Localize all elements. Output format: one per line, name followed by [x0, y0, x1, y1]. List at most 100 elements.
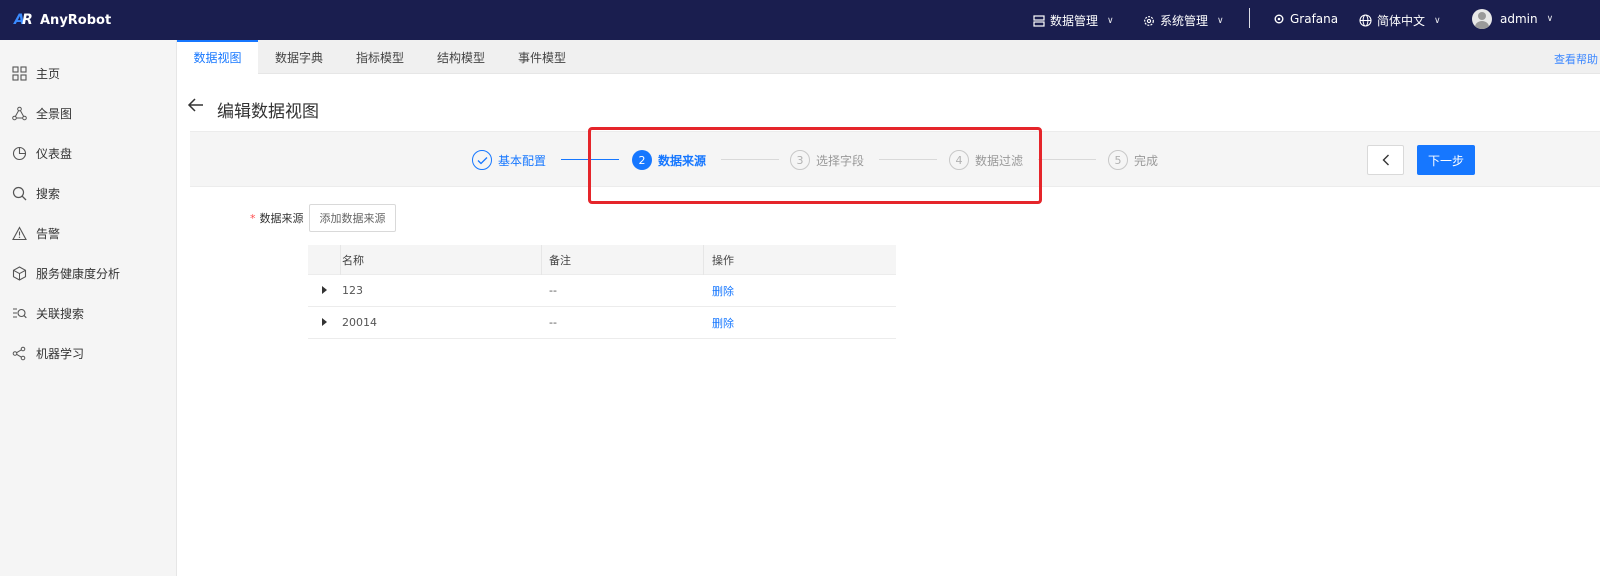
sidebar-item-label: 仪表盘 [36, 146, 73, 161]
sidebar-item-label: 告警 [36, 226, 61, 241]
step-number: 4 [949, 150, 969, 170]
sidebar-item-label: 全景图 [36, 106, 73, 121]
add-data-source-button[interactable]: 添加数据来源 [309, 204, 396, 232]
tab-data-view[interactable]: 数据视图 [177, 40, 258, 74]
list-search-icon [11, 305, 28, 322]
nodes-icon [11, 345, 28, 362]
tab-metric-model[interactable]: 指标模型 [356, 40, 404, 74]
database-icon [1033, 14, 1045, 27]
data-source-label-text: 数据来源 [259, 212, 304, 225]
sidebar-item-search[interactable]: 搜索 [0, 173, 177, 213]
chevron-left-icon [1382, 154, 1389, 166]
data-management-label: 数据管理 [1050, 14, 1099, 28]
column-separator [703, 245, 704, 275]
step-connector [879, 159, 937, 160]
row-note: -- [549, 316, 557, 329]
chevron-down-icon: ∨ [1217, 15, 1224, 26]
required-mark: * [250, 212, 256, 225]
column-header-note: 备注 [549, 254, 571, 267]
avatar [1472, 9, 1492, 29]
chevron-down-icon: ∨ [1546, 14, 1554, 24]
data-management-menu[interactable]: 数据管理 ∨ [1033, 12, 1123, 29]
column-header-action: 操作 [712, 254, 734, 267]
sidebar-item-label: 关联搜索 [36, 306, 85, 321]
next-step-button[interactable]: 下一步 [1417, 145, 1475, 175]
column-separator [340, 245, 341, 275]
column-header-name: 名称 [342, 254, 364, 267]
cube-icon [11, 265, 28, 282]
sidebar-item-dashboard[interactable]: 仪表盘 [0, 133, 177, 173]
search-icon [11, 185, 28, 202]
step-data-source[interactable]: 2 数据来源 [632, 132, 706, 188]
system-management-label: 系统管理 [1160, 14, 1209, 28]
app-logo[interactable]: AR AnyRobot [14, 13, 111, 28]
topbar-divider [1249, 8, 1250, 28]
sidebar-item-label: 主页 [36, 66, 61, 81]
expand-caret-icon[interactable] [322, 318, 327, 326]
check-icon [472, 150, 492, 170]
pie-chart-icon [11, 145, 28, 162]
step-label: 选择字段 [816, 153, 865, 168]
step-connector [561, 159, 619, 160]
topology-icon [11, 105, 28, 122]
sidebar-item-label: 服务健康度分析 [36, 266, 121, 281]
column-separator [541, 245, 542, 275]
module-tabs: 数据视图 数据字典 指标模型 结构模型 事件模型 查看帮助 [177, 40, 1600, 74]
sidebar-item-machine-learning[interactable]: 机器学习 [0, 333, 177, 373]
sidebar-item-correlation-search[interactable]: 关联搜索 [0, 293, 177, 333]
step-data-filter[interactable]: 4 数据过滤 [949, 132, 1023, 188]
user-menu[interactable]: admin ∨ [1472, 9, 1562, 29]
delete-link[interactable]: 删除 [712, 275, 734, 306]
sidebar-item-panorama[interactable]: 全景图 [0, 93, 177, 133]
sidebar-item-home[interactable]: 主页 [0, 53, 177, 93]
user-name: admin [1500, 12, 1538, 26]
step-label: 基本配置 [498, 153, 547, 168]
grid-icon [11, 65, 28, 82]
row-note: -- [549, 284, 557, 297]
grafana-label: Grafana [1290, 12, 1339, 26]
logo-mark: AR [14, 12, 33, 28]
row-name: 20014 [342, 316, 377, 329]
table-header: 名称 备注 操作 [308, 245, 896, 275]
step-connector [721, 159, 779, 160]
top-navbar: AR AnyRobot 数据管理 ∨ 系统管理 ∨ Grafana 简体中文 ∨… [0, 0, 1600, 40]
language-label: 简体中文 [1377, 14, 1426, 28]
sidebar-item-service-health[interactable]: 服务健康度分析 [0, 253, 177, 293]
step-basic-config[interactable]: 基本配置 [472, 132, 546, 188]
gear-icon [1144, 15, 1154, 26]
warning-icon [11, 225, 28, 242]
table-row: 123 -- 删除 [308, 275, 896, 307]
globe-icon [1359, 14, 1372, 27]
sidebar: 主页 全景图 仪表盘 搜索 告警 服务健康度分析 关联搜索 机器学习 [0, 40, 177, 576]
system-management-menu[interactable]: 系统管理 ∨ [1143, 12, 1233, 29]
delete-link[interactable]: 删除 [712, 307, 734, 338]
step-label: 数据过滤 [975, 153, 1024, 168]
step-number: 3 [790, 150, 810, 170]
step-number: 5 [1108, 150, 1128, 170]
page-title: 编辑数据视图 [217, 102, 319, 122]
tab-event-model[interactable]: 事件模型 [518, 40, 566, 74]
step-number: 2 [632, 150, 652, 170]
sidebar-item-label: 搜索 [36, 186, 61, 201]
step-connector [1038, 159, 1096, 160]
expand-caret-icon[interactable] [322, 286, 327, 294]
previous-step-button[interactable] [1367, 145, 1404, 175]
sidebar-item-alert[interactable]: 告警 [0, 213, 177, 253]
tab-structure-model[interactable]: 结构模型 [437, 40, 485, 74]
back-arrow-icon[interactable] [187, 97, 205, 113]
step-select-fields[interactable]: 3 选择字段 [790, 132, 864, 188]
step-label: 数据来源 [658, 153, 707, 168]
chevron-down-icon: ∨ [1107, 15, 1114, 26]
help-link[interactable]: 查看帮助 [1554, 51, 1598, 67]
app-name: AnyRobot [40, 12, 112, 28]
tab-data-dictionary[interactable]: 数据字典 [275, 40, 323, 74]
sidebar-item-label: 机器学习 [36, 346, 85, 361]
step-finish[interactable]: 5 完成 [1108, 132, 1158, 188]
step-wizard: 基本配置 2 数据来源 3 选择字段 4 数据过滤 5 完成 下一步 [190, 131, 1600, 187]
grafana-link[interactable]: Grafana [1273, 12, 1343, 26]
language-selector[interactable]: 简体中文 ∨ [1359, 12, 1449, 29]
data-source-label: * 数据来源 [250, 210, 304, 226]
data-source-table: 名称 备注 操作 123 -- 删除 20014 -- 删除 [308, 245, 896, 339]
step-label: 完成 [1134, 153, 1159, 168]
table-row: 20014 -- 删除 [308, 307, 896, 339]
